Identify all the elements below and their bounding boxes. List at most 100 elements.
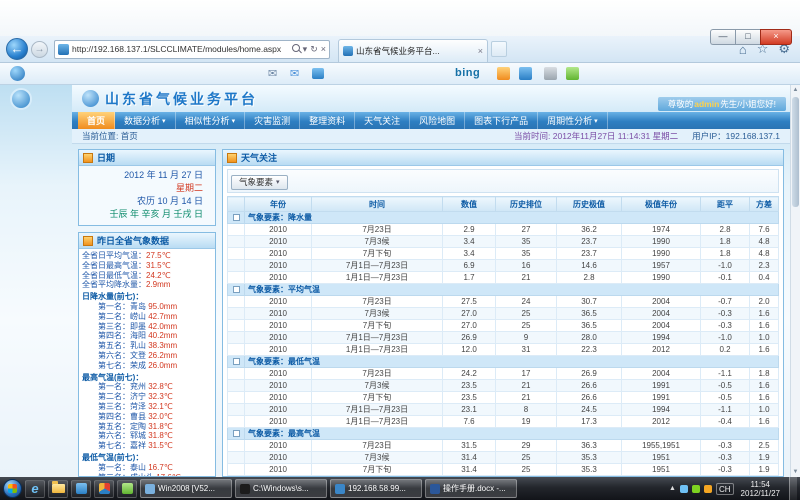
cell: -0.5 <box>701 380 750 392</box>
toolbar-app3-icon[interactable] <box>544 67 557 80</box>
taskbar-window-button-2[interactable]: C:\Windows\s... <box>235 479 327 498</box>
content-area: 日期 2012 年 11 月 27 日星期二农历 10 月 14 日壬辰 年 辛… <box>72 144 790 477</box>
cell: 12.0 <box>443 344 496 356</box>
cell: 2010 <box>245 392 312 404</box>
taskbar-window-button-3[interactable]: 192.168.58.99... <box>330 479 422 498</box>
nav-item-3[interactable]: 相似性分析▾ <box>176 112 246 129</box>
section-checkbox[interactable] <box>233 430 240 437</box>
cell: 1.8 <box>701 236 750 248</box>
cell: 2010 <box>245 272 312 284</box>
nav-item-7[interactable]: 风险地图 <box>410 112 465 129</box>
cell: 16 <box>496 260 557 272</box>
close-button[interactable]: × <box>760 29 792 45</box>
screen: — □ × ← → http://192.168.137.1/SLCCLIMAT… <box>0 0 800 500</box>
nav-item-8[interactable]: 图表下行产品 <box>465 112 538 129</box>
floating-logo-icon[interactable] <box>10 88 32 110</box>
page-container: 山东省气候业务平台 尊敬的 admin 先生/小姐您好! 首页数据分析▾相似性分… <box>72 85 790 477</box>
forward-button[interactable]: → <box>31 41 48 58</box>
mail2-icon[interactable]: ✉ <box>290 67 299 80</box>
scroll-down-icon[interactable]: ▼ <box>791 468 800 476</box>
nav-item-5[interactable]: 整理资料 <box>300 112 355 129</box>
cell: 2010 <box>245 236 312 248</box>
refresh-icon[interactable]: ↻ <box>310 44 318 55</box>
toolbar-app4-icon[interactable] <box>566 67 579 80</box>
cell: 27.0 <box>443 320 496 332</box>
taskbar-ie-icon[interactable]: e <box>25 480 45 498</box>
taskbar-explorer-icon[interactable] <box>48 480 68 498</box>
start-button[interactable] <box>3 479 22 498</box>
rank-value: 42.0mm <box>148 322 177 331</box>
messenger-icon[interactable] <box>312 68 324 79</box>
toolbar-app2-icon[interactable] <box>519 67 532 80</box>
tray-expand-icon[interactable]: ▲ <box>669 485 676 492</box>
webpage: 山东省气候业务平台 尊敬的 admin 先生/小姐您好! 首页数据分析▾相似性分… <box>0 85 800 477</box>
chevron-down-icon[interactable]: ▾ <box>303 44 308 55</box>
cell: 27.0 <box>443 308 496 320</box>
taskbar-app2-icon[interactable] <box>94 480 114 498</box>
nav-item-9[interactable]: 周期性分析▾ <box>538 112 608 129</box>
back-button[interactable]: ← <box>6 38 28 60</box>
nav-item-4[interactable]: 灾害监测 <box>245 112 300 129</box>
section-row-cell <box>228 356 245 368</box>
cell: 36.3 <box>557 440 622 452</box>
ime-indicator[interactable]: CH <box>716 483 734 495</box>
cell: 0.2 <box>701 344 750 356</box>
toolbar-app1-icon[interactable] <box>497 67 510 80</box>
cell: 22.3 <box>557 344 622 356</box>
summary-value: 24.2℃ <box>146 271 171 280</box>
address-bar[interactable]: http://192.168.137.1/SLCCLIMATE/modules/… <box>54 40 330 59</box>
cell: 2010 <box>245 464 312 476</box>
taskbar-app1-icon[interactable] <box>71 480 91 498</box>
rank-line: 第三名：即墨 42.0mm <box>82 322 212 332</box>
new-tab-button[interactable] <box>491 41 507 57</box>
show-desktop-button[interactable] <box>789 477 797 500</box>
taskbar-window-button-4[interactable]: 操作手册.docx -... <box>425 479 517 498</box>
search-icon[interactable] <box>292 44 300 54</box>
element-filter-button[interactable]: 气象要素 ▾ <box>231 175 288 190</box>
taskbar-app3-icon[interactable] <box>117 480 137 498</box>
row-cell-empty <box>228 440 245 452</box>
column-header: 距平 <box>701 197 750 212</box>
tab-close-icon[interactable]: × <box>478 46 483 56</box>
clock[interactable]: 11:54 2012/11/27 <box>738 480 783 498</box>
row-cell-empty <box>228 368 245 380</box>
nav-item-2[interactable]: 数据分析▾ <box>115 112 176 129</box>
cell: 17 <box>496 368 557 380</box>
tray-network-icon[interactable] <box>680 485 688 493</box>
date-panel-header: 日期 <box>79 150 215 166</box>
scrollbar-thumb[interactable] <box>792 97 799 207</box>
tray-volume-icon[interactable] <box>704 485 712 493</box>
welcome-suffix: 先生/小姐您好! <box>720 98 776 110</box>
cell: 25 <box>496 320 557 332</box>
page-scrollbar[interactable]: ▲ ▼ <box>790 85 800 477</box>
nav-item-1[interactable]: 首页 <box>78 112 115 129</box>
cell: -0.3 <box>701 308 750 320</box>
section-checkbox[interactable] <box>233 358 240 365</box>
row-cell-empty <box>228 296 245 308</box>
tray-app-icon[interactable] <box>692 485 700 493</box>
rank-line: 第四名：曹县 32.0℃ <box>82 412 212 422</box>
stop-icon[interactable]: × <box>321 44 326 54</box>
section-checkbox[interactable] <box>233 214 240 221</box>
taskbar-window-button-1[interactable]: Win2008 [V52... <box>140 479 232 498</box>
cell: 29 <box>496 440 557 452</box>
date-panel: 日期 2012 年 11 月 27 日星期二农历 10 月 14 日壬辰 年 辛… <box>78 149 216 226</box>
nav-menu: 首页数据分析▾相似性分析▾灾害监测整理资料天气关注风险地图图表下行产品周期性分析… <box>72 112 790 129</box>
cell: 2.0 <box>750 296 779 308</box>
cell: 28.0 <box>557 332 622 344</box>
maximize-button[interactable]: □ <box>735 29 760 45</box>
rank-group-title: 日降水量(前七)： <box>82 292 212 302</box>
toolbar-logo-icon[interactable] <box>10 66 25 81</box>
minimize-button[interactable]: — <box>710 29 735 45</box>
browser-tab[interactable]: 山东省气候业务平台... × <box>338 39 488 62</box>
rank-line: 第五名：乳山 38.3mm <box>82 341 212 351</box>
scroll-up-icon[interactable]: ▲ <box>791 86 800 94</box>
nav-item-6[interactable]: 天气关注 <box>355 112 410 129</box>
bing-logo[interactable]: bing <box>455 67 480 79</box>
section-checkbox[interactable] <box>233 286 240 293</box>
rank-station: 第二名：济宁 <box>98 392 148 401</box>
rank-station: 第二名：崂山 <box>98 312 148 321</box>
mail-icon[interactable]: ✉ <box>268 67 277 80</box>
cell: 2010 <box>245 380 312 392</box>
cell: 1.6 <box>750 380 779 392</box>
